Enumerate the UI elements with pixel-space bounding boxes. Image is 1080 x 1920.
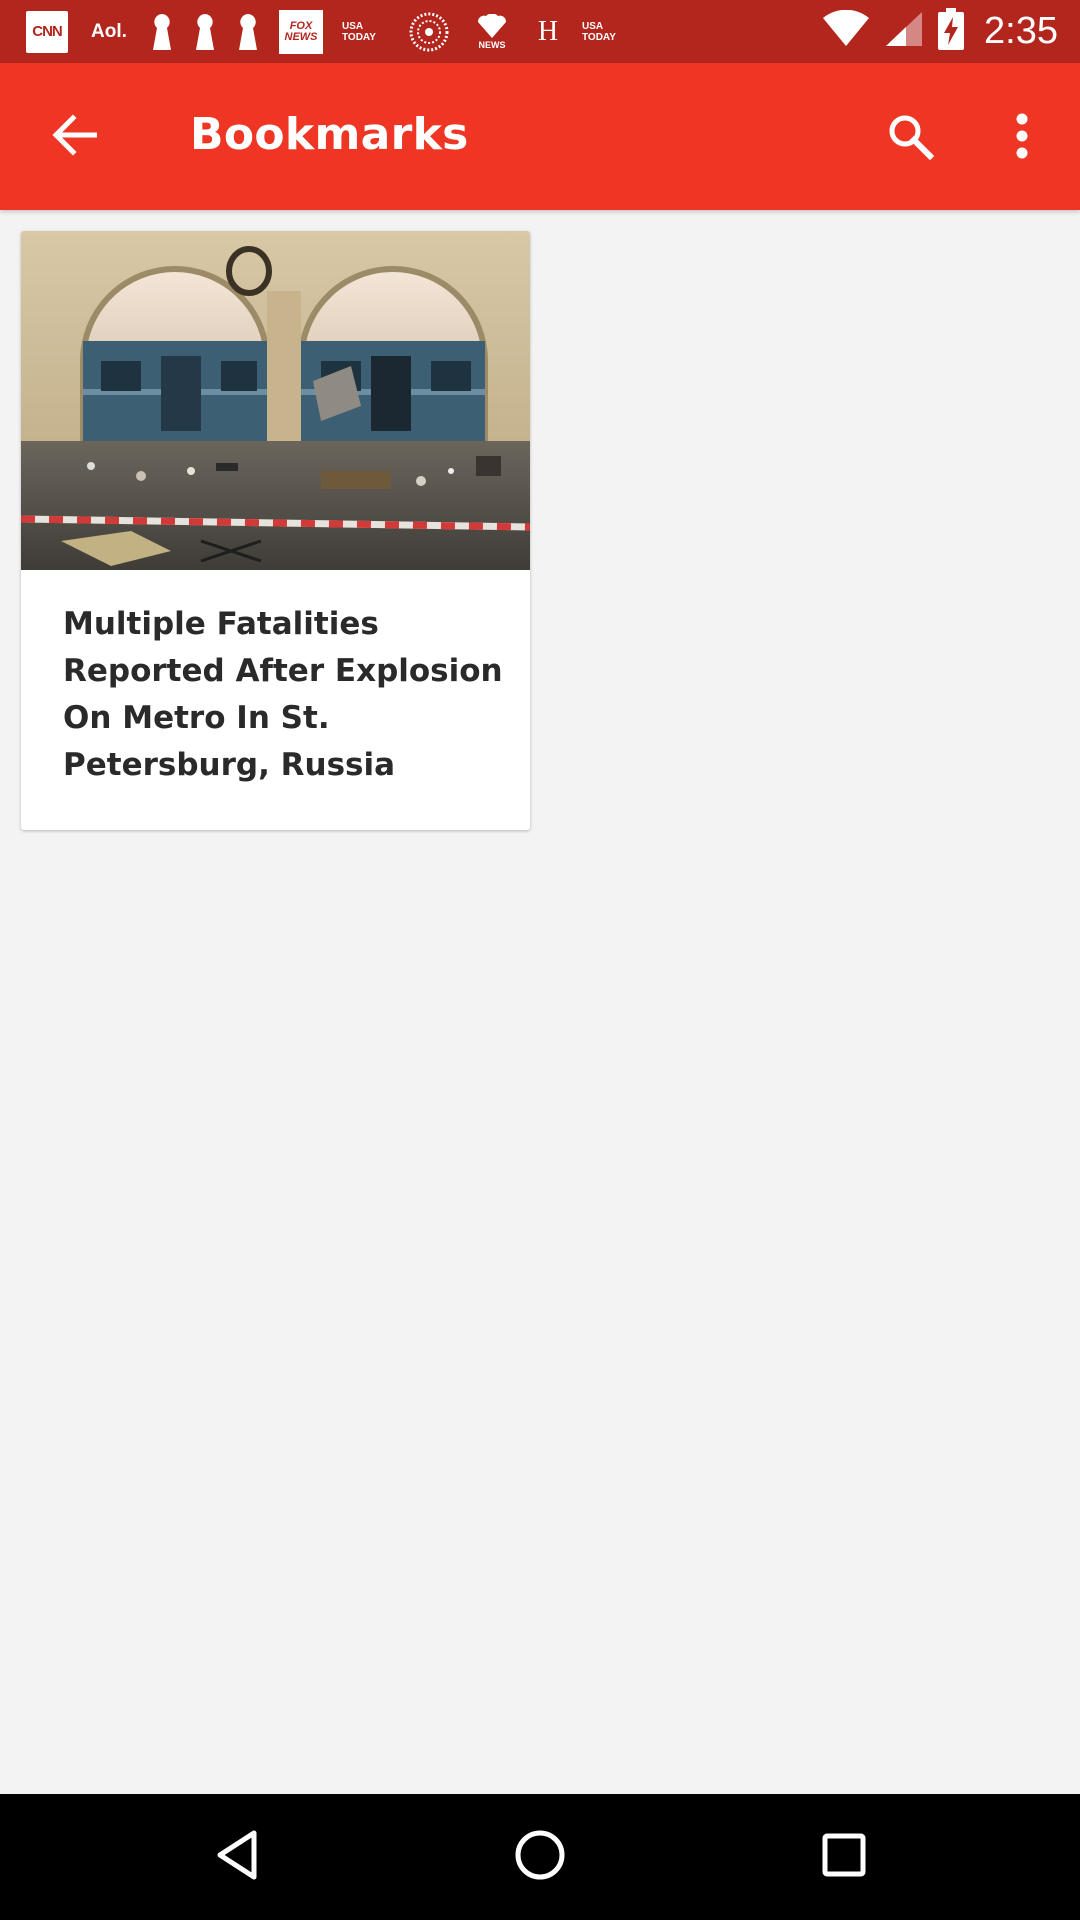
nav-back-button[interactable] — [197, 1822, 277, 1892]
nav-home-icon — [514, 1829, 566, 1886]
dotted-circle-notification-icon — [407, 10, 451, 54]
status-clock: 2:35 — [984, 10, 1058, 52]
usa-today-notification-icon: USA TODAY — [582, 20, 616, 43]
usa-today-notification-icon: USA TODAY — [342, 20, 376, 43]
battery-charging-icon — [938, 8, 965, 55]
nav-recents-button[interactable] — [804, 1822, 884, 1892]
status-bar: CNN Aol. FOX NEWS USA TODAY NEWS H USA T… — [0, 0, 1080, 63]
more-options-button[interactable] — [990, 103, 1054, 173]
aol-notification-icon: Aol. — [91, 20, 127, 42]
notification-icons: CNN Aol. FOX NEWS USA TODAY NEWS H USA T… — [0, 0, 647, 63]
fox-news-notification-icon: FOX NEWS — [279, 9, 323, 54]
cnn-notification-icon: CNN — [26, 10, 68, 53]
arrow-back-icon — [51, 113, 98, 161]
search-button[interactable] — [870, 103, 950, 173]
nav-home-button[interactable] — [500, 1822, 580, 1892]
nbc-news-label: NEWS — [478, 39, 506, 50]
article-image — [21, 231, 530, 570]
keyhole-notification-icon — [150, 10, 174, 54]
wifi-icon — [822, 9, 870, 53]
cell-signal-icon — [884, 10, 924, 53]
back-button[interactable] — [38, 106, 110, 168]
system-icons: 2:35 — [808, 0, 1058, 63]
more-vert-icon — [1015, 113, 1029, 164]
nav-back-icon — [214, 1829, 260, 1886]
page-title: Bookmarks — [190, 109, 469, 160]
search-icon — [886, 112, 935, 165]
keyhole-notification-icon — [236, 10, 260, 54]
app-bar: Bookmarks — [0, 63, 1080, 210]
huffpost-notification-icon: H — [537, 15, 559, 47]
bookmark-card[interactable]: Multiple Fatalities Reported After Explo… — [21, 231, 530, 830]
system-nav-bar — [0, 1794, 1080, 1920]
bookmark-title: Multiple Fatalities Reported After Explo… — [63, 606, 503, 783]
keyhole-notification-icon — [193, 10, 217, 54]
nbc-news-notification-icon: NEWS — [470, 10, 514, 54]
nav-recents-icon — [821, 1832, 867, 1883]
